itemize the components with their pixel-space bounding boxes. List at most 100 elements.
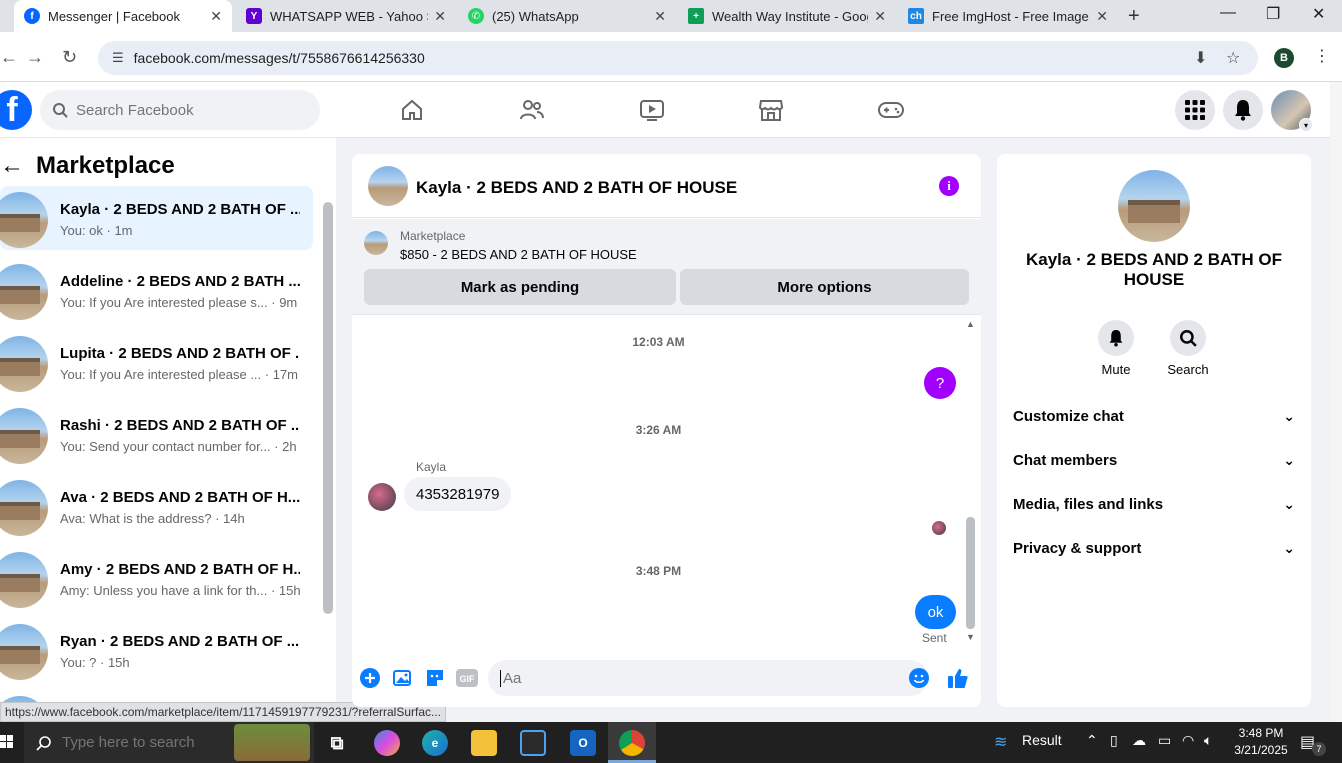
close-tab-icon[interactable]: ✕ xyxy=(874,8,886,25)
chevron-down-icon: ⌄ xyxy=(1283,539,1295,556)
tab-messenger[interactable]: f Messenger | Facebook ✕ xyxy=(14,0,232,32)
listing-thumbnail[interactable] xyxy=(368,166,408,206)
tab-whatsapp[interactable]: ✆ (25) WhatsApp ✕ xyxy=(458,0,676,32)
close-tab-icon[interactable]: ✕ xyxy=(654,8,666,25)
conversation-item[interactable]: Ava · 2 BEDS AND 2 BATH OF H... Ava: Wha… xyxy=(0,474,313,538)
grid-icon xyxy=(1185,100,1205,120)
back-icon[interactable]: ← xyxy=(0,47,18,68)
new-tab-icon[interactable]: + xyxy=(1128,5,1140,28)
device-icon[interactable]: ▯ xyxy=(1110,732,1118,749)
marketplace-label: Marketplace xyxy=(400,229,466,243)
wifi-icon[interactable]: ◠ xyxy=(1182,732,1194,749)
profile-avatar[interactable]: B xyxy=(1274,48,1294,68)
file-explorer-icon[interactable] xyxy=(471,730,497,756)
whatsapp-favicon-icon: ✆ xyxy=(468,8,484,24)
browser-tab-strip: f Messenger | Facebook ✕ Y WHATSAPP WEB … xyxy=(0,0,1342,32)
chat-members-section[interactable]: Chat members ⌄ xyxy=(1013,442,1295,478)
friends-icon[interactable] xyxy=(518,96,546,124)
battery-icon[interactable]: ▭ xyxy=(1158,732,1171,749)
taskbar-search-input[interactable] xyxy=(62,734,242,751)
windows-start-icon[interactable] xyxy=(0,735,14,749)
close-window-icon[interactable]: ✕ xyxy=(1312,4,1325,24)
video-icon[interactable] xyxy=(638,96,666,124)
chrome-taskbar-button[interactable] xyxy=(608,722,656,763)
conversation-list-scrollbar[interactable] xyxy=(323,202,333,614)
install-app-icon[interactable]: ⬇ xyxy=(1194,48,1207,68)
weather-icon[interactable]: ≋ xyxy=(994,732,1007,752)
listing-thumbnail[interactable] xyxy=(364,231,388,255)
task-view-icon[interactable]: ⧉ xyxy=(324,730,350,756)
browser-menu-icon[interactable]: ⋮ xyxy=(1314,46,1330,66)
more-options-button[interactable]: More options xyxy=(680,269,969,305)
info-icon[interactable]: i xyxy=(939,176,959,196)
sticker-icon[interactable] xyxy=(424,667,446,689)
outlook-icon[interactable]: O xyxy=(570,730,596,756)
notifications-button[interactable] xyxy=(1223,90,1263,130)
menu-grid-button[interactable] xyxy=(1175,90,1215,130)
bookmark-star-icon[interactable]: ☆ xyxy=(1226,48,1240,68)
site-info-icon[interactable]: ☰ xyxy=(112,50,124,66)
plus-circle-icon[interactable] xyxy=(359,667,381,689)
facebook-logo-icon[interactable]: f xyxy=(0,90,32,130)
weather-label[interactable]: Result xyxy=(1022,732,1062,748)
incoming-message[interactable]: 4353281979 xyxy=(404,477,512,511)
store-icon[interactable] xyxy=(520,730,546,756)
tab-sheets[interactable]: + Wealth Way Institute - Google Sheets ✕ xyxy=(678,0,896,32)
maximize-icon[interactable]: ❐ xyxy=(1266,4,1280,24)
thumbs-up-icon[interactable] xyxy=(947,667,969,689)
clock-date: 3/21/2025 xyxy=(1234,743,1288,757)
minimize-icon[interactable]: — xyxy=(1220,4,1236,22)
volume-icon[interactable]: 🔈︎ xyxy=(1204,732,1212,749)
message-input-box[interactable] xyxy=(488,660,928,696)
conversation-item[interactable]: Ryan · 2 BEDS AND 2 BATH OF ... You: ? ·… xyxy=(0,618,313,682)
facebook-search-box[interactable] xyxy=(40,90,320,130)
outgoing-message[interactable]: ok xyxy=(915,595,956,629)
conversation-list-panel: ← Marketplace Kayla · 2 BEDS AND 2 BATH … xyxy=(0,138,336,722)
tab-yahoo[interactable]: Y WHATSAPP WEB - Yahoo Search ✕ xyxy=(236,0,456,32)
message-input[interactable] xyxy=(500,669,880,687)
media-files-links-section[interactable]: Media, files and links ⌄ xyxy=(1013,486,1295,522)
show-hidden-icons-chevron-icon[interactable]: ⌃ xyxy=(1086,732,1098,749)
message-thread: 12:03 AM ? 3:26 AM Kayla 4353281979 3:48… xyxy=(352,315,981,649)
conversation-item[interactable]: Amy · 2 BEDS AND 2 BATH OF H... Amy: Unl… xyxy=(0,546,313,610)
taskbar-search-box[interactable] xyxy=(24,722,314,763)
outgoing-message[interactable]: ? xyxy=(924,367,956,399)
scroll-up-icon[interactable]: ▲ xyxy=(966,319,975,329)
photo-icon[interactable] xyxy=(392,667,414,689)
search-icon xyxy=(36,735,51,751)
tab-imghost[interactable]: ch Free ImgHost - Free Image Hosting ✕ xyxy=(898,0,1118,32)
listing-title[interactable]: $850 - 2 BEDS AND 2 BATH OF HOUSE xyxy=(400,247,637,262)
page-scrollbar[interactable] xyxy=(1330,82,1342,722)
conversation-item[interactable]: Kayla · 2 BEDS AND 2 BATH OF ... You: ok… xyxy=(0,186,313,250)
emoji-icon[interactable] xyxy=(908,667,930,689)
taskbar-clock[interactable]: 3:48 PM 3/21/2025 xyxy=(1232,725,1290,759)
conversation-item[interactable]: Lupita · 2 BEDS AND 2 BATH OF ... You: I… xyxy=(0,330,313,394)
mark-as-pending-button[interactable]: Mark as pending xyxy=(364,269,676,305)
close-tab-icon[interactable]: ✕ xyxy=(1096,8,1108,25)
gif-icon[interactable]: GIF xyxy=(456,667,478,689)
mute-button[interactable]: Mute xyxy=(1086,320,1146,377)
url-bar[interactable]: ☰ facebook.com/messages/t/75586766142563… xyxy=(98,41,1258,75)
chat-title[interactable]: Kayla · 2 BEDS AND 2 BATH OF HOUSE xyxy=(416,178,737,198)
sender-avatar[interactable] xyxy=(368,483,396,511)
conversation-item[interactable]: Rashi · 2 BEDS AND 2 BATH OF ... You: Se… xyxy=(0,402,313,466)
chat-scrollbar[interactable] xyxy=(966,517,975,629)
copilot-icon[interactable] xyxy=(374,730,400,756)
privacy-support-section[interactable]: Privacy & support ⌄ xyxy=(1013,530,1295,566)
forward-icon[interactable]: → xyxy=(26,47,44,68)
search-in-conversation-button[interactable]: Search xyxy=(1158,320,1218,377)
marketplace-icon[interactable] xyxy=(757,96,785,124)
close-tab-icon[interactable]: ✕ xyxy=(210,8,222,25)
home-icon[interactable] xyxy=(398,96,426,124)
close-tab-icon[interactable]: ✕ xyxy=(434,8,446,25)
onedrive-icon[interactable]: ☁ xyxy=(1132,732,1146,749)
account-avatar[interactable]: ▾ xyxy=(1271,90,1313,132)
scroll-down-icon[interactable]: ▼ xyxy=(966,632,975,642)
facebook-search-input[interactable] xyxy=(76,101,296,119)
reload-icon[interactable]: ↻ xyxy=(62,47,77,68)
edge-icon[interactable]: e xyxy=(422,730,448,756)
gaming-icon[interactable] xyxy=(877,96,905,124)
back-arrow-icon[interactable]: ← xyxy=(0,152,24,180)
conversation-item[interactable]: Addeline · 2 BEDS AND 2 BATH ... You: If… xyxy=(0,258,313,322)
customize-chat-section[interactable]: Customize chat ⌄ xyxy=(1013,398,1295,434)
